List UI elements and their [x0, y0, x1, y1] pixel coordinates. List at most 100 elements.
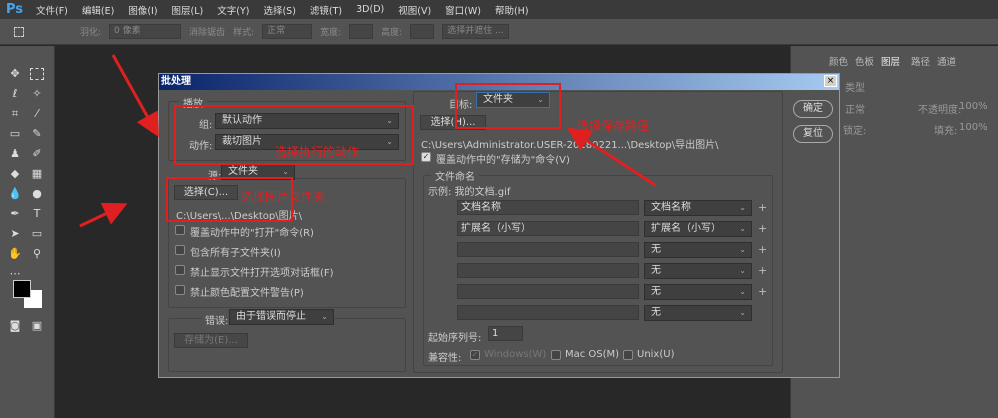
- naming-text-1[interactable]: 文档名称: [457, 200, 639, 215]
- width-input[interactable]: [349, 24, 374, 39]
- dest-choose-button[interactable]: 选择(H)...: [420, 115, 486, 130]
- rectangle-tool-icon[interactable]: ▭: [30, 228, 44, 240]
- source-value: 文件夹: [228, 166, 258, 177]
- menu-3d[interactable]: 3D(D): [356, 4, 384, 15]
- error-select[interactable]: 由于错误而停止 ⌄: [229, 309, 334, 325]
- naming-text-5[interactable]: [457, 284, 639, 299]
- annotation-action-text: 选择执行的动作: [275, 145, 360, 159]
- type-tool-icon[interactable]: T: [30, 208, 44, 220]
- stamp-tool-icon[interactable]: ♟: [8, 148, 22, 160]
- naming-text-3[interactable]: [457, 242, 639, 257]
- plus-icon[interactable]: +: [758, 222, 767, 235]
- naming-select-5[interactable]: 无 ⌄: [644, 284, 752, 300]
- menu-file[interactable]: 文件(F): [36, 3, 68, 17]
- group-select[interactable]: 默认动作 ⌄: [215, 113, 399, 129]
- menu-view[interactable]: 视图(V): [398, 3, 431, 17]
- chevron-down-icon: ⌄: [739, 287, 746, 296]
- pen-tool-icon[interactable]: ✒: [8, 208, 22, 220]
- select-mask-button[interactable]: 选择并遮住 ...: [442, 24, 509, 39]
- mac-checkbox[interactable]: [551, 350, 561, 360]
- plus-icon[interactable]: +: [758, 264, 767, 277]
- lasso-tool-icon[interactable]: ℓ: [8, 88, 22, 100]
- screen-mode-icon[interactable]: ▣: [30, 320, 44, 332]
- tab-color[interactable]: 颜色: [829, 54, 848, 68]
- blur-tool-icon[interactable]: 💧: [8, 188, 22, 200]
- dest-select[interactable]: 文件夹 ⌄: [476, 92, 550, 108]
- annotation-folder-text: 选择图片文件夹: [241, 190, 326, 204]
- menu-help[interactable]: 帮助(H): [495, 3, 529, 17]
- chevron-down-icon: ⌄: [386, 116, 393, 125]
- naming-text-4[interactable]: [457, 263, 639, 278]
- marquee-tool-icon[interactable]: [30, 68, 44, 80]
- marquee-icon[interactable]: [14, 26, 24, 37]
- naming-select-value: 无: [651, 307, 661, 318]
- play-legend: 播放: [179, 95, 207, 110]
- zoom-tool-icon[interactable]: ⚲: [30, 248, 44, 260]
- tab-channels[interactable]: 通道: [937, 54, 956, 68]
- plus-icon[interactable]: +: [758, 243, 767, 256]
- naming-text-2[interactable]: 扩展名（小写）: [457, 221, 639, 236]
- naming-select-1[interactable]: 文档名称 ⌄: [644, 200, 752, 216]
- heal-tool-icon[interactable]: ▭: [8, 128, 22, 140]
- windows-label: Windows(W): [484, 349, 547, 360]
- source-select[interactable]: 文件夹 ⌄: [221, 164, 295, 180]
- plus-icon[interactable]: +: [758, 201, 767, 214]
- height-label: 高度:: [381, 28, 403, 38]
- move-tool-icon[interactable]: ✥: [8, 68, 22, 80]
- blend-mode-select[interactable]: 正常: [845, 101, 865, 116]
- path-select-icon[interactable]: ➤: [8, 228, 22, 240]
- foreground-color-swatch[interactable]: [13, 280, 31, 298]
- menu-layer[interactable]: 图层(L): [172, 3, 204, 17]
- feather-input[interactable]: 0 像素: [109, 24, 182, 39]
- naming-select-2[interactable]: 扩展名（小写） ⌄: [644, 221, 752, 237]
- naming-text-6[interactable]: [457, 305, 639, 320]
- opacity-value[interactable]: 100%: [959, 101, 988, 112]
- plus-icon[interactable]: +: [758, 285, 767, 298]
- menu-image[interactable]: 图像(I): [128, 3, 157, 17]
- eraser-tool-icon[interactable]: ◆: [8, 168, 22, 180]
- include-subfolders-checkbox[interactable]: [175, 245, 185, 255]
- layer-kind-filter[interactable]: 类型: [845, 79, 865, 94]
- more-tools-icon[interactable]: ⋯: [8, 268, 22, 280]
- tab-swatches[interactable]: 色板: [855, 54, 874, 68]
- override-save-checkbox[interactable]: ✓: [421, 152, 431, 162]
- feather-label: 羽化:: [80, 28, 102, 38]
- naming-select-4[interactable]: 无 ⌄: [644, 263, 752, 279]
- tab-layers[interactable]: 图层: [881, 54, 900, 68]
- menu-filter[interactable]: 滤镜(T): [310, 3, 342, 17]
- crop-tool-icon[interactable]: ⌗: [8, 108, 22, 120]
- close-icon[interactable]: ×: [824, 75, 837, 87]
- naming-select-6[interactable]: 无 ⌄: [644, 305, 752, 321]
- override-open-checkbox[interactable]: [175, 225, 185, 235]
- chevron-down-icon: ⌄: [739, 266, 746, 275]
- naming-select-3[interactable]: 无 ⌄: [644, 242, 752, 258]
- style-select[interactable]: 正常: [262, 24, 313, 39]
- tab-paths[interactable]: 路径: [911, 54, 930, 68]
- windows-checkbox[interactable]: ✓: [470, 350, 480, 360]
- suppress-open-dialogs-label: 禁止显示文件打开选项对话框(F): [190, 268, 334, 279]
- brush-tool-icon[interactable]: ✎: [30, 128, 44, 140]
- ok-button[interactable]: 确定: [793, 100, 833, 118]
- menu-edit[interactable]: 编辑(E): [82, 3, 114, 17]
- menu-type[interactable]: 文字(Y): [217, 3, 249, 17]
- suppress-open-dialogs-checkbox[interactable]: [175, 265, 185, 275]
- serial-input[interactable]: 1: [488, 326, 523, 341]
- source-choose-button[interactable]: 选择(C)...: [174, 185, 238, 200]
- reset-button[interactable]: 复位: [793, 125, 833, 143]
- antialias-checkbox[interactable]: 消除锯齿: [189, 25, 225, 38]
- unix-checkbox[interactable]: [623, 350, 633, 360]
- gradient-tool-icon[interactable]: ▦: [30, 168, 44, 180]
- chevron-down-icon: ⌄: [739, 308, 746, 317]
- eyedropper-tool-icon[interactable]: ⁄: [30, 108, 44, 120]
- dodge-tool-icon[interactable]: ●: [30, 188, 44, 200]
- height-input[interactable]: [410, 24, 435, 39]
- hand-tool-icon[interactable]: ✋: [8, 248, 22, 260]
- save-as-button[interactable]: 存储为(E)...: [174, 333, 248, 348]
- quick-mask-icon[interactable]: ◙: [8, 320, 22, 332]
- menu-window[interactable]: 窗口(W): [445, 3, 481, 17]
- wand-tool-icon[interactable]: ✧: [30, 88, 44, 100]
- menu-select[interactable]: 选择(S): [263, 3, 295, 17]
- suppress-color-warnings-checkbox[interactable]: [175, 285, 185, 295]
- history-brush-icon[interactable]: ✐: [30, 148, 44, 160]
- fill-value[interactable]: 100%: [959, 122, 988, 133]
